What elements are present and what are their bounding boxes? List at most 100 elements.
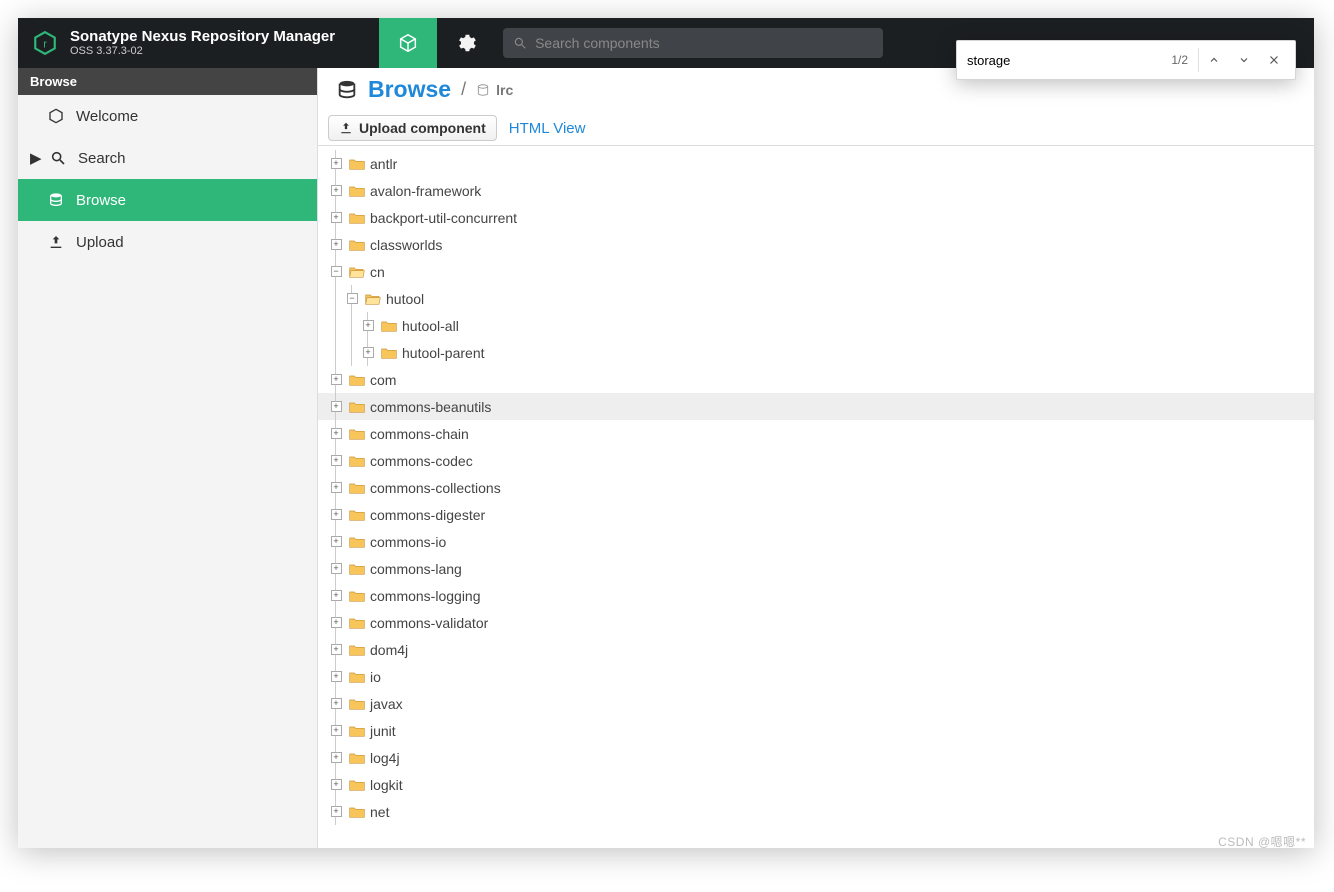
sidebar-item-label: Search: [78, 150, 126, 167]
find-close-button[interactable]: [1259, 46, 1289, 74]
tree-node[interactable]: +commons-lang: [318, 555, 1314, 582]
tree-node[interactable]: + commons-logging: [318, 582, 1314, 609]
folder-icon: [349, 697, 365, 711]
tree-toggle[interactable]: +: [328, 393, 344, 420]
sidebar-item-upload[interactable]: Upload: [18, 221, 317, 263]
tree-node[interactable]: + junit: [318, 717, 1314, 744]
tree-node-label: cn: [370, 264, 385, 280]
tree-toggle[interactable]: +: [328, 474, 344, 501]
tree-toggle[interactable]: +: [328, 501, 344, 528]
breadcrumb-section[interactable]: Browse: [368, 76, 451, 103]
tree-toggle[interactable]: +: [328, 204, 344, 231]
tree-node[interactable]: + classworlds: [318, 231, 1314, 258]
hex-icon: [48, 107, 66, 125]
upload-component-button[interactable]: Upload component: [328, 115, 497, 141]
tree-toggle[interactable]: +: [328, 582, 344, 609]
folder-icon: [349, 373, 365, 387]
app-title: Sonatype Nexus Repository Manager: [70, 29, 335, 46]
chevron-down-icon: [1238, 54, 1250, 66]
tree-node-label: net: [370, 804, 389, 820]
close-icon: [1268, 54, 1280, 66]
tree-toggle[interactable]: +: [328, 744, 344, 771]
tree-node[interactable]: +avalon-framework: [318, 177, 1314, 204]
component-search-input[interactable]: [535, 35, 873, 51]
tree-node[interactable]: + commons-chain: [318, 420, 1314, 447]
tree-node-label: commons-chain: [370, 426, 469, 442]
tree-node[interactable]: +commons-io: [318, 528, 1314, 555]
tree-toggle[interactable]: +: [328, 663, 344, 690]
tree-node-label: classworlds: [370, 237, 442, 253]
tree-node[interactable]: +antlr: [318, 150, 1314, 177]
component-tree[interactable]: +antlr+avalon-framework+backport-util-co…: [318, 146, 1314, 848]
tree-toggle[interactable]: +: [328, 771, 344, 798]
tree-toggle[interactable]: +: [328, 690, 344, 717]
tree-node[interactable]: +log4j: [318, 744, 1314, 771]
tree-node[interactable]: +io: [318, 663, 1314, 690]
tree-toggle[interactable]: −: [328, 258, 344, 285]
folder-icon: [349, 184, 365, 198]
tree-toggle[interactable]: +: [328, 150, 344, 177]
magnify-icon: [50, 149, 68, 167]
tree-toggle[interactable]: +: [328, 609, 344, 636]
tree-node[interactable]: +commons-beanutils: [318, 393, 1314, 420]
upload-icon: [339, 121, 353, 135]
sidebar-item-label: Browse: [76, 192, 126, 209]
folder-icon: [349, 157, 365, 171]
tree-line: [328, 339, 344, 366]
tree-node[interactable]: +dom4j: [318, 636, 1314, 663]
tree-line: [344, 312, 360, 339]
tree-node[interactable]: + net: [318, 798, 1314, 825]
tree-toggle[interactable]: +: [360, 339, 376, 366]
sidebar-item-welcome[interactable]: Welcome: [18, 95, 317, 137]
tree-node[interactable]: +backport-util-concurrent: [318, 204, 1314, 231]
folder-icon: [349, 724, 365, 738]
tree-node[interactable]: +com: [318, 366, 1314, 393]
gear-icon: [455, 32, 477, 54]
tree-node[interactable]: + hutool-all: [318, 312, 1314, 339]
find-next-button[interactable]: [1229, 46, 1259, 74]
tree-node-label: hutool-all: [402, 318, 459, 334]
find-prev-button[interactable]: [1199, 46, 1229, 74]
app-version: OSS 3.37.3-02: [70, 45, 335, 57]
tree-node[interactable]: +commons-codec: [318, 447, 1314, 474]
folder-icon: [381, 346, 397, 360]
tree-toggle[interactable]: +: [328, 636, 344, 663]
folder-icon: [349, 643, 365, 657]
tree-node[interactable]: + commons-validator: [318, 609, 1314, 636]
folder-icon: [349, 616, 365, 630]
tree-toggle[interactable]: +: [328, 717, 344, 744]
tree-toggle[interactable]: +: [328, 177, 344, 204]
tree-node[interactable]: −hutool: [318, 285, 1314, 312]
tree-node[interactable]: +logkit: [318, 771, 1314, 798]
tree-node[interactable]: +commons-digester: [318, 501, 1314, 528]
tree-node-label: commons-validator: [370, 615, 488, 631]
tree-node[interactable]: +javax: [318, 690, 1314, 717]
tree-node-label: junit: [370, 723, 396, 739]
database-icon: [336, 79, 358, 101]
tree-toggle[interactable]: +: [328, 447, 344, 474]
tree-toggle[interactable]: +: [328, 555, 344, 582]
tree-toggle[interactable]: +: [328, 366, 344, 393]
folder-icon: [349, 778, 365, 792]
folder-icon: [381, 319, 397, 333]
tree-node[interactable]: + commons-collections: [318, 474, 1314, 501]
tree-toggle[interactable]: +: [360, 312, 376, 339]
tree-toggle[interactable]: +: [328, 798, 344, 825]
sidebar-item-browse[interactable]: Browse: [18, 179, 317, 221]
tree-node[interactable]: − cn: [318, 258, 1314, 285]
tree-node[interactable]: +hutool-parent: [318, 339, 1314, 366]
tree-toggle[interactable]: +: [328, 528, 344, 555]
browse-mode-button[interactable]: [379, 18, 437, 68]
breadcrumb-repo: lrc: [476, 82, 513, 98]
folder-open-icon: [365, 292, 381, 306]
tree-toggle[interactable]: +: [328, 420, 344, 447]
tree-node-label: commons-collections: [370, 480, 501, 496]
admin-mode-button[interactable]: [437, 18, 495, 68]
tree-node-label: commons-logging: [370, 588, 481, 604]
html-view-link[interactable]: HTML View: [509, 120, 586, 137]
tree-toggle[interactable]: +: [328, 231, 344, 258]
tree-toggle[interactable]: −: [344, 285, 360, 312]
sidebar-item-search[interactable]: ▶Search: [18, 137, 317, 179]
find-input[interactable]: [963, 47, 1161, 74]
component-search[interactable]: [503, 28, 883, 58]
